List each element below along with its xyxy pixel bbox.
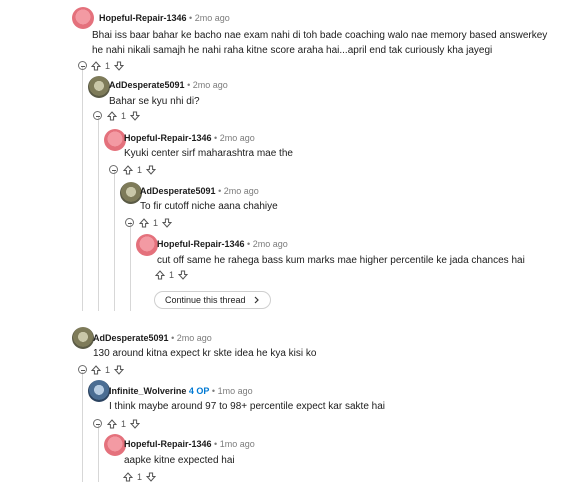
avatar[interactable]: [88, 380, 110, 402]
separator-dot: •: [171, 333, 175, 343]
vote-count: 1: [153, 218, 159, 228]
timestamp[interactable]: 1mo ago: [218, 386, 253, 396]
thread-line[interactable]: [130, 222, 131, 311]
comment-body: Bhai iss baar bahar ke bacho nae exam na…: [92, 30, 548, 56]
vote-bar: 1: [155, 269, 189, 281]
separator-dot: •: [189, 13, 193, 23]
vote-bar: 1: [91, 60, 125, 72]
upvote-arrow-icon[interactable]: [91, 365, 101, 375]
separator-dot: •: [214, 133, 218, 143]
timestamp[interactable]: 2mo ago: [220, 133, 255, 143]
separator-dot: •: [187, 80, 191, 90]
comment-body: cut off same he rahega bass kum marks ma…: [157, 255, 525, 266]
vote-bar: 1: [123, 164, 157, 176]
timestamp[interactable]: 2mo ago: [224, 186, 259, 196]
username[interactable]: Hopeful-Repair-1346: [99, 13, 187, 23]
collapse-minus-icon[interactable]: [93, 111, 102, 120]
timestamp[interactable]: 2mo ago: [195, 13, 230, 23]
timestamp[interactable]: 2mo ago: [177, 333, 212, 343]
thread-line[interactable]: [82, 66, 83, 311]
comment-meta: Infinite_Wolverine 4 OP • 1mo ago: [109, 386, 253, 397]
downvote-arrow-icon[interactable]: [130, 419, 141, 429]
avatar[interactable]: [72, 7, 94, 29]
downvote-arrow-icon[interactable]: [130, 111, 141, 121]
username[interactable]: Infinite_Wolverine: [109, 386, 186, 396]
comment-meta: Hopeful-Repair-1346 • 2mo ago: [124, 133, 255, 144]
upvote-arrow-icon[interactable]: [107, 111, 117, 121]
comment-meta: Hopeful-Repair-1346 • 2mo ago: [157, 239, 288, 250]
collapse-minus-icon[interactable]: [78, 61, 87, 70]
upvote-arrow-icon[interactable]: [91, 61, 101, 71]
thread-line[interactable]: [82, 372, 83, 482]
separator-dot: •: [247, 239, 251, 249]
timestamp[interactable]: 2mo ago: [193, 80, 228, 90]
separator-dot: •: [218, 186, 222, 196]
collapse-minus-icon[interactable]: [109, 165, 118, 174]
continue-thread-label: Continue this thread: [165, 295, 246, 305]
separator-dot: •: [211, 386, 216, 396]
comment-body: aapke kitne expected hai: [124, 455, 235, 466]
vote-bar: 1: [123, 471, 157, 483]
username[interactable]: Hopeful-Repair-1346: [157, 239, 245, 249]
op-badge: 4 OP: [188, 386, 210, 396]
comment-meta: Hopeful-Repair-1346 • 2mo ago: [99, 13, 230, 24]
vote-count: 1: [169, 270, 175, 280]
avatar[interactable]: [120, 182, 142, 204]
username[interactable]: AdDesperate5091: [109, 80, 185, 90]
comment-body: To fir cutoff niche aana chahiye: [140, 201, 278, 212]
vote-count: 1: [105, 365, 111, 375]
collapse-minus-icon[interactable]: [93, 419, 102, 428]
avatar[interactable]: [88, 76, 110, 98]
thread-line[interactable]: [114, 170, 115, 311]
comment-meta: AdDesperate5091 • 2mo ago: [93, 333, 212, 344]
comment-body: I think maybe around 97 to 98+ percentil…: [109, 401, 386, 412]
timestamp[interactable]: 2mo ago: [253, 239, 288, 249]
vote-count: 1: [105, 61, 111, 71]
downvote-arrow-icon[interactable]: [146, 165, 157, 175]
avatar[interactable]: [104, 434, 126, 456]
vote-count: 1: [121, 419, 127, 429]
timestamp[interactable]: 1mo ago: [220, 439, 255, 449]
comment-body: 130 around kitna expect kr skte idea he …: [93, 348, 317, 359]
upvote-arrow-icon[interactable]: [155, 270, 165, 280]
collapse-minus-icon[interactable]: [78, 365, 87, 374]
comment-meta: AdDesperate5091 • 2mo ago: [109, 80, 228, 91]
vote-count: 1: [137, 472, 143, 482]
thread-line[interactable]: [98, 117, 99, 311]
downvote-arrow-icon[interactable]: [162, 218, 173, 228]
username[interactable]: Hopeful-Repair-1346: [124, 133, 212, 143]
vote-bar: 1: [139, 217, 173, 229]
comment-meta: Hopeful-Repair-1346 • 1mo ago: [124, 439, 255, 450]
collapse-minus-icon[interactable]: [125, 218, 134, 227]
downvote-arrow-icon[interactable]: [114, 61, 125, 71]
comment-body: Kyuki center sirf maharashtra mae the: [124, 148, 293, 159]
downvote-arrow-icon[interactable]: [114, 365, 125, 375]
upvote-arrow-icon[interactable]: [139, 218, 149, 228]
upvote-arrow-icon[interactable]: [107, 419, 117, 429]
downvote-arrow-icon[interactable]: [146, 472, 157, 482]
vote-bar: 1: [91, 364, 125, 376]
thread-line[interactable]: [98, 424, 99, 482]
username[interactable]: AdDesperate5091: [140, 186, 216, 196]
avatar[interactable]: [104, 129, 126, 151]
comment-meta: AdDesperate5091 • 2mo ago: [140, 186, 259, 197]
vote-count: 1: [137, 165, 143, 175]
vote-count: 1: [121, 111, 127, 121]
avatar[interactable]: [72, 327, 94, 349]
avatar[interactable]: [136, 234, 158, 256]
separator-dot: •: [214, 439, 218, 449]
upvote-arrow-icon[interactable]: [123, 165, 133, 175]
continue-thread-button[interactable]: Continue this thread: [154, 291, 272, 309]
username[interactable]: Hopeful-Repair-1346: [124, 439, 212, 449]
comment-body: Bahar se kyu nhi di?: [109, 96, 200, 107]
vote-bar: 1: [107, 418, 141, 430]
vote-bar: 1: [107, 110, 141, 122]
chevron-right-icon: [254, 296, 259, 304]
upvote-arrow-icon[interactable]: [123, 472, 133, 482]
username[interactable]: AdDesperate5091: [93, 333, 169, 343]
downvote-arrow-icon[interactable]: [178, 270, 189, 280]
